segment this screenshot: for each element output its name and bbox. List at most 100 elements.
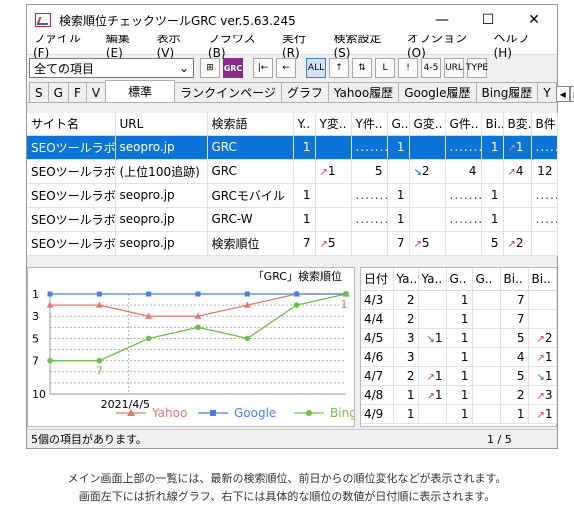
history-cell: 4/8 — [361, 385, 394, 405]
grid-column-header[interactable]: Y件.. — [351, 113, 388, 136]
chevron-left-icon[interactable]: ◀ — [555, 86, 570, 102]
tab-item[interactable]: Yahoo履歴 — [327, 82, 400, 102]
history-cell: 4/4 — [361, 309, 394, 329]
history-cell: 1 — [446, 385, 473, 405]
grid-cell — [409, 135, 446, 160]
grid-column-header[interactable]: Y変.. — [315, 113, 352, 136]
history-column-header[interactable]: Bi.. — [528, 268, 557, 291]
history-column-header[interactable]: Bi.. — [500, 268, 529, 291]
history-column-header[interactable]: Ya.. — [418, 268, 447, 291]
grid-column-header[interactable]: Y.. — [293, 113, 316, 136]
google-point — [146, 291, 152, 297]
grid-cell: 5 — [481, 231, 504, 256]
down-left-icon[interactable]: L — [375, 58, 395, 78]
caption-line-2: 画面左下には折れ線グラフ、右下には具体的な順位の数値が日付順に表示されます。 — [78, 490, 496, 503]
status-text: 5個の項目があります。 — [31, 433, 147, 446]
table-row[interactable]: SEOツールラボ (上位100追跡) GRC ↗1 5 ↘2 4 ↗4 12 — [27, 159, 558, 184]
first-icon[interactable]: |← — [253, 58, 273, 78]
grid-cell — [293, 159, 316, 184]
tab-item[interactable]: Google履歴 — [398, 82, 477, 102]
y-tick-label: 5 — [32, 332, 39, 345]
history-column-header[interactable]: G.. — [472, 268, 501, 291]
history-cell — [472, 385, 501, 405]
tab-item[interactable]: Bing履歴 — [475, 82, 539, 102]
table-row[interactable]: SEOツールラボseopro.jpGRC-W1........1........… — [27, 207, 558, 232]
maximize-button[interactable]: ☐ — [465, 5, 511, 35]
grid-cell: ........ — [445, 183, 482, 208]
all-icon[interactable]: ALL — [306, 58, 326, 78]
history-cell: 4/7 — [361, 366, 394, 386]
ranking-grid: サイト名URL検索語Y..Y変..Y件..G..G変..G件..Bi..B変..… — [27, 113, 558, 256]
history-column-header[interactable]: G.. — [446, 268, 473, 291]
window-title: 検索順位チェックツールGRC ver.5.63.245 — [59, 13, 296, 28]
chevron-right-icon[interactable]: ▶ — [569, 86, 574, 102]
title-bar[interactable]: 検索順位チェックツールGRC ver.5.63.245 — ☐ ✕ — [27, 5, 557, 35]
history-cell-value: 1 — [544, 368, 553, 383]
minimize-button[interactable]: — — [419, 5, 465, 35]
history-cell — [472, 290, 501, 310]
history-table-panel: 日付 Ya.. Ya.. G.. G.. Bi.. Bi.. 4/3 2 1 7 4/4 2 1 7 4/5… — [360, 267, 557, 427]
tab-item[interactable]: F — [67, 82, 87, 102]
history-column-header[interactable]: 日付 — [361, 268, 394, 291]
type-icon[interactable]: TYPE — [466, 58, 488, 78]
grid-column-header[interactable]: B変.. — [503, 113, 532, 136]
grid-column-header[interactable]: 検索語 — [207, 113, 294, 136]
tab-item[interactable]: G — [47, 82, 69, 102]
grid-column-header[interactable]: G変.. — [409, 113, 446, 136]
history-cell: 1 — [393, 385, 419, 405]
grid-cell: GRC-W — [207, 207, 294, 232]
grid-cell: ↗1 — [315, 159, 352, 184]
bing-point — [96, 357, 103, 364]
app-window: 検索順位チェックツールGRC ver.5.63.245 — ☐ ✕ ファイル(F… — [26, 4, 574, 449]
grid-cell: ........ — [351, 135, 388, 160]
rank-chart: 1 3 5 7 10 2021/4/5 「GRC」検索順位 7 1 Yahoo Google Bing — [27, 267, 357, 427]
arrow-up-icon: ↗ — [319, 167, 328, 178]
grid-cell: 1 — [481, 183, 504, 208]
tab-item[interactable]: S — [29, 82, 49, 102]
table-row[interactable]: SEOツールラボseopro.jpGRC1........1........1↗… — [27, 135, 558, 160]
add-window-icon[interactable]: ⊞ — [200, 58, 220, 78]
range-icon[interactable]: 4-5 — [421, 58, 441, 78]
grid-cell: 1 — [387, 135, 410, 160]
filter-select[interactable]: 全ての項目 ⌄ — [29, 58, 194, 78]
grid-column-header[interactable]: サイト名 — [27, 113, 116, 136]
grid-cell — [445, 231, 482, 256]
table-row[interactable]: SEOツールラボ seopro.jp 検索順位 7 ↗5 7 ↗5 5 ↗2 — [27, 231, 558, 256]
tab-item[interactable]: グラフ — [280, 82, 329, 102]
grid-column-header[interactable]: G件.. — [445, 113, 482, 136]
point-label: 1 — [341, 298, 348, 311]
grid-cell: seopro.jp — [115, 231, 208, 256]
arrow-up-icon: ↗ — [536, 352, 545, 364]
close-button[interactable]: ✕ — [511, 5, 557, 35]
y-tick-label: 1 — [32, 288, 39, 301]
history-cell — [418, 347, 447, 367]
tab-item[interactable]: ランクインページ — [174, 82, 282, 102]
grid-column-header[interactable]: G.. — [387, 113, 410, 136]
grid-column-header[interactable]: Bi.. — [481, 113, 504, 136]
history-row: 4/3 2 1 7 — [361, 290, 557, 310]
grid-cell — [351, 231, 388, 256]
caption-line-1: メイン画面上部の一覧には、最新の検索順位、前日からの順位変化などが表示されます。 — [67, 472, 507, 485]
table-row[interactable]: SEOツールラボseopro.jpGRCモバイル1........1......… — [27, 183, 558, 208]
grid-column-header[interactable]: B件.. — [531, 113, 558, 136]
updown-icon[interactable]: ⇅ — [352, 58, 372, 78]
tab-item[interactable]: Y — [537, 82, 557, 102]
url-icon[interactable]: URL — [444, 58, 464, 78]
tab-item[interactable]: V — [85, 82, 107, 102]
history-cell: ↗1 — [418, 366, 447, 386]
grid-cell: 1 — [293, 183, 316, 208]
grc-icon[interactable]: GRC — [223, 58, 243, 78]
arrow-up-icon: ↗ — [413, 239, 422, 250]
exclaim-icon[interactable]: ! — [398, 58, 418, 78]
history-cell: 3 — [393, 328, 419, 348]
up-icon[interactable]: ↑ — [329, 58, 349, 78]
grid-cell: 1 — [293, 207, 316, 232]
history-column-header[interactable]: Ya.. — [393, 268, 419, 291]
rank-chart-svg: 1 3 5 7 10 2021/4/5 「GRC」検索順位 7 1 Yahoo Google Bing — [32, 269, 357, 420]
arrow-up-icon: ↗ — [507, 167, 516, 178]
grid-column-header[interactable]: URL — [115, 113, 208, 136]
grid-cell-value: 4 — [515, 164, 524, 178]
back-icon[interactable]: ← — [276, 58, 296, 78]
tab-item[interactable]: 標準 — [105, 80, 176, 102]
history-cell: 7 — [500, 309, 529, 329]
